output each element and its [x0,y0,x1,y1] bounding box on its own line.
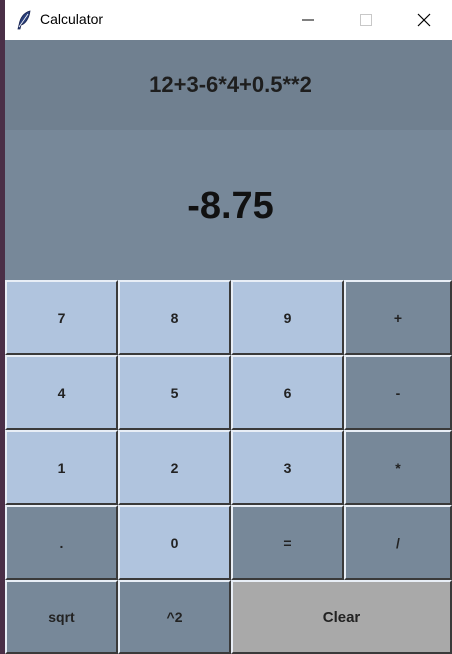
digit-4-button[interactable]: 4 [5,355,118,430]
equals-button[interactable]: = [231,505,344,580]
feather-icon [15,10,33,30]
digit-6-button[interactable]: 6 [231,355,344,430]
decimal-point-button[interactable]: . [5,505,118,580]
sqrt-button[interactable]: sqrt [5,580,118,654]
digit-2-button[interactable]: 2 [118,430,231,505]
expression-text: 12+3-6*4+0.5**2 [149,72,312,97]
maximize-icon [360,14,372,26]
result-text: -8.75 [187,184,274,227]
minimize-button[interactable] [285,0,331,40]
close-button[interactable] [401,0,447,40]
multiply-button[interactable]: * [344,430,452,505]
digit-0-button[interactable]: 0 [118,505,231,580]
plus-button[interactable]: + [344,280,452,355]
result-display: -8.75 [5,130,452,280]
keypad: 7 8 9 + 4 5 6 - 1 2 3 * . 0 = / sqrt ^2 … [5,280,452,654]
square-button[interactable]: ^2 [118,580,231,654]
digit-7-button[interactable]: 7 [5,280,118,355]
clear-button[interactable]: Clear [231,580,452,654]
close-icon [417,13,431,27]
digit-8-button[interactable]: 8 [118,280,231,355]
digit-3-button[interactable]: 3 [231,430,344,505]
calculator-window: Calculator 12+3-6*4+0.5**2 -8.75 7 8 9 + [5,0,452,654]
title-bar[interactable]: Calculator [5,0,452,40]
window-title: Calculator [40,11,104,27]
minimize-icon [302,19,314,21]
expression-display: 12+3-6*4+0.5**2 [5,40,452,130]
minus-button[interactable]: - [344,355,452,430]
divide-button[interactable]: / [344,505,452,580]
maximize-button[interactable] [343,0,389,40]
digit-5-button[interactable]: 5 [118,355,231,430]
digit-9-button[interactable]: 9 [231,280,344,355]
digit-1-button[interactable]: 1 [5,430,118,505]
